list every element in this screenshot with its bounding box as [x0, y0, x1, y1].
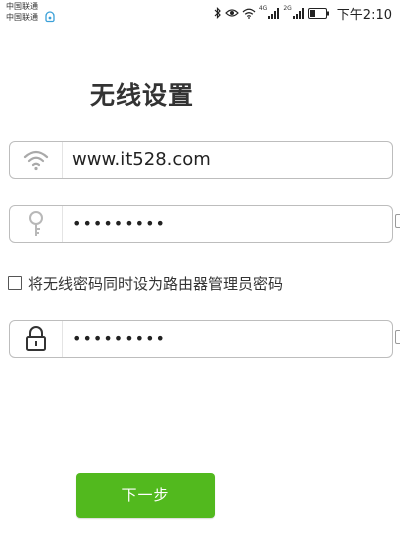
signal-icon	[268, 7, 280, 19]
ssid-input[interactable]: www.it528.com	[9, 141, 393, 179]
same-password-label: 将无线密码同时设为路由器管理员密码	[28, 274, 284, 293]
next-step-button[interactable]: 下一步	[76, 473, 215, 518]
show-admin-password-toggle[interactable]	[395, 330, 400, 344]
eye-icon	[225, 9, 239, 17]
clock: 下午2:10	[336, 7, 392, 23]
wifi-icon	[242, 8, 256, 19]
battery-icon	[307, 7, 329, 19]
show-password-toggle[interactable]	[395, 214, 400, 228]
network-type-1: 4G	[258, 5, 268, 12]
ssid-icon-cell	[10, 142, 63, 178]
carrier-label-1: 中国联通	[6, 2, 38, 11]
carrier-label-2: 中国联通	[6, 13, 38, 22]
admin-password-value: •••••••••	[72, 329, 166, 348]
wifi-password-icon-cell	[10, 206, 63, 242]
status-icons: 4G 2G 下午2:10	[214, 4, 392, 23]
same-password-checkbox-row[interactable]: 将无线密码同时设为路由器管理员密码	[8, 273, 283, 293]
lock-icon	[26, 326, 46, 351]
bluetooth-icon	[214, 7, 221, 19]
page-title: 无线设置	[90, 81, 195, 110]
wifi-icon	[23, 150, 49, 171]
wifi-password-input[interactable]: •••••••••	[9, 205, 393, 243]
wifi-password-value: •••••••••	[72, 214, 166, 233]
key-icon	[29, 211, 43, 236]
hd-icon	[45, 11, 55, 23]
admin-password-input[interactable]: •••••••••	[9, 320, 393, 358]
ssid-value: www.it528.com	[72, 149, 211, 170]
signal-icon	[292, 7, 304, 19]
same-password-checkbox[interactable]	[8, 276, 22, 290]
admin-password-icon-cell	[10, 321, 63, 357]
network-type-2: 2G	[283, 5, 292, 12]
status-bar: 中国联通 中国联通 4G 2G 下午2:10	[0, 0, 400, 26]
router-setup-screen: 中国联通 中国联通 4G 2G 下午2:10 无线设置 www.it528.co…	[0, 0, 400, 555]
